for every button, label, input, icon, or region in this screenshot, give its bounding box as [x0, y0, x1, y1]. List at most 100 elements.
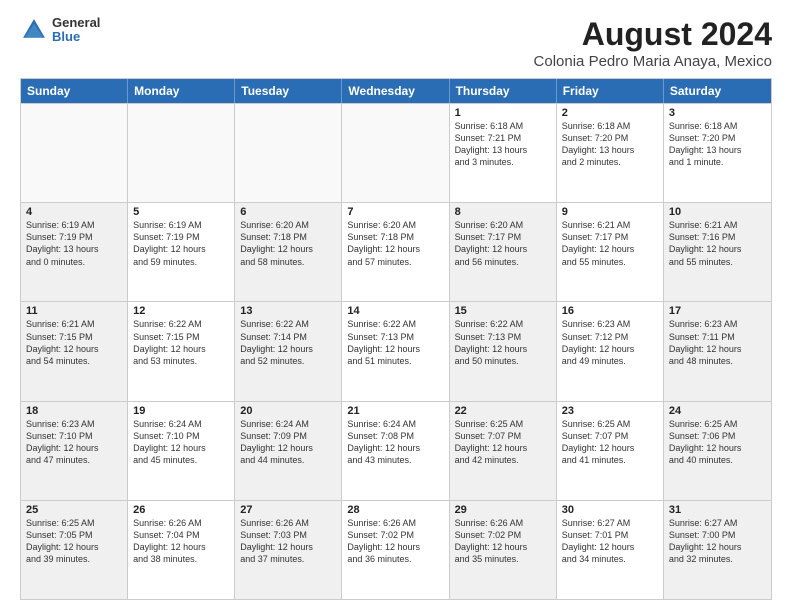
day-info: Sunrise: 6:20 AM Sunset: 7:17 PM Dayligh…	[455, 219, 551, 268]
day-number: 18	[26, 405, 122, 417]
day-cell-21: 21Sunrise: 6:24 AM Sunset: 7:08 PM Dayli…	[342, 402, 449, 500]
calendar-row-2: 4 Sunrise: 6:19 AM Sunset: 7:19 PM Daylig…	[21, 202, 771, 301]
day-number: 24	[669, 405, 766, 417]
empty-cell	[235, 104, 342, 202]
day-cell-19: 19Sunrise: 6:24 AM Sunset: 7:10 PM Dayli…	[128, 402, 235, 500]
day-info: Sunrise: 6:26 AM Sunset: 7:02 PM Dayligh…	[347, 517, 443, 566]
day-cell-13: 13Sunrise: 6:22 AM Sunset: 7:14 PM Dayli…	[235, 302, 342, 400]
day-cell-28: 28Sunrise: 6:26 AM Sunset: 7:02 PM Dayli…	[342, 501, 449, 599]
day-cell-4: 4Sunrise: 6:19 AM Sunset: 7:19 PM Daylig…	[21, 203, 128, 301]
day-cell-31: 31Sunrise: 6:27 AM Sunset: 7:00 PM Dayli…	[664, 501, 771, 599]
title-block: August 2024 Colonia Pedro Maria Anaya, M…	[534, 16, 772, 70]
day-info: Sunrise: 6:18 AM Sunset: 7:20 PM Dayligh…	[562, 120, 658, 169]
empty-cell	[128, 104, 235, 202]
empty-cell	[21, 104, 128, 202]
day-cell-3: 3Sunrise: 6:18 AM Sunset: 7:20 PM Daylig…	[664, 104, 771, 202]
day-info: Sunrise: 6:18 AM Sunset: 7:21 PM Dayligh…	[455, 120, 551, 169]
day-number: 31	[669, 504, 766, 516]
day-info: Sunrise: 6:19 AM Sunset: 7:19 PM Dayligh…	[133, 219, 229, 268]
day-cell-24: 24Sunrise: 6:25 AM Sunset: 7:06 PM Dayli…	[664, 402, 771, 500]
day-info: Sunrise: 6:20 AM Sunset: 7:18 PM Dayligh…	[347, 219, 443, 268]
day-info: Sunrise: 6:23 AM Sunset: 7:10 PM Dayligh…	[26, 418, 122, 467]
day-number: 15	[455, 305, 551, 317]
day-number: 16	[562, 305, 658, 317]
calendar-body: 1Sunrise: 6:18 AM Sunset: 7:21 PM Daylig…	[21, 103, 771, 599]
day-info: Sunrise: 6:25 AM Sunset: 7:07 PM Dayligh…	[562, 418, 658, 467]
day-cell-12: 12Sunrise: 6:22 AM Sunset: 7:15 PM Dayli…	[128, 302, 235, 400]
day-info: Sunrise: 6:26 AM Sunset: 7:02 PM Dayligh…	[455, 517, 551, 566]
main-title: August 2024	[534, 16, 772, 53]
calendar-header: SundayMondayTuesdayWednesdayThursdayFrid…	[21, 79, 771, 103]
day-number: 26	[133, 504, 229, 516]
day-info: Sunrise: 6:23 AM Sunset: 7:11 PM Dayligh…	[669, 318, 766, 367]
day-cell-7: 7Sunrise: 6:20 AM Sunset: 7:18 PM Daylig…	[342, 203, 449, 301]
day-info: Sunrise: 6:21 AM Sunset: 7:17 PM Dayligh…	[562, 219, 658, 268]
header-day-friday: Friday	[557, 79, 664, 103]
day-cell-30: 30Sunrise: 6:27 AM Sunset: 7:01 PM Dayli…	[557, 501, 664, 599]
calendar: SundayMondayTuesdayWednesdayThursdayFrid…	[20, 78, 772, 600]
day-number: 27	[240, 504, 336, 516]
day-cell-25: 25Sunrise: 6:25 AM Sunset: 7:05 PM Dayli…	[21, 501, 128, 599]
day-info: Sunrise: 6:26 AM Sunset: 7:04 PM Dayligh…	[133, 517, 229, 566]
day-number: 29	[455, 504, 551, 516]
day-number: 2	[562, 107, 658, 119]
day-info: Sunrise: 6:24 AM Sunset: 7:10 PM Dayligh…	[133, 418, 229, 467]
day-number: 4	[26, 206, 122, 218]
day-number: 21	[347, 405, 443, 417]
day-info: Sunrise: 6:20 AM Sunset: 7:18 PM Dayligh…	[240, 219, 336, 268]
day-number: 23	[562, 405, 658, 417]
day-cell-6: 6Sunrise: 6:20 AM Sunset: 7:18 PM Daylig…	[235, 203, 342, 301]
day-cell-29: 29Sunrise: 6:26 AM Sunset: 7:02 PM Dayli…	[450, 501, 557, 599]
day-cell-5: 5Sunrise: 6:19 AM Sunset: 7:19 PM Daylig…	[128, 203, 235, 301]
day-cell-22: 22Sunrise: 6:25 AM Sunset: 7:07 PM Dayli…	[450, 402, 557, 500]
day-info: Sunrise: 6:22 AM Sunset: 7:13 PM Dayligh…	[455, 318, 551, 367]
day-info: Sunrise: 6:25 AM Sunset: 7:07 PM Dayligh…	[455, 418, 551, 467]
logo: General Blue	[20, 16, 100, 45]
day-info: Sunrise: 6:18 AM Sunset: 7:20 PM Dayligh…	[669, 120, 766, 169]
day-number: 19	[133, 405, 229, 417]
day-number: 6	[240, 206, 336, 218]
day-number: 5	[133, 206, 229, 218]
day-number: 9	[562, 206, 658, 218]
day-number: 30	[562, 504, 658, 516]
calendar-row-5: 25Sunrise: 6:25 AM Sunset: 7:05 PM Dayli…	[21, 500, 771, 599]
calendar-row-1: 1Sunrise: 6:18 AM Sunset: 7:21 PM Daylig…	[21, 103, 771, 202]
day-cell-18: 18Sunrise: 6:23 AM Sunset: 7:10 PM Dayli…	[21, 402, 128, 500]
day-number: 25	[26, 504, 122, 516]
day-number: 17	[669, 305, 766, 317]
header-day-tuesday: Tuesday	[235, 79, 342, 103]
day-cell-8: 8Sunrise: 6:20 AM Sunset: 7:17 PM Daylig…	[450, 203, 557, 301]
day-cell-11: 11Sunrise: 6:21 AM Sunset: 7:15 PM Dayli…	[21, 302, 128, 400]
header: General Blue August 2024 Colonia Pedro M…	[20, 16, 772, 70]
empty-cell	[342, 104, 449, 202]
day-info: Sunrise: 6:22 AM Sunset: 7:15 PM Dayligh…	[133, 318, 229, 367]
day-number: 8	[455, 206, 551, 218]
day-cell-23: 23Sunrise: 6:25 AM Sunset: 7:07 PM Dayli…	[557, 402, 664, 500]
day-info: Sunrise: 6:23 AM Sunset: 7:12 PM Dayligh…	[562, 318, 658, 367]
day-info: Sunrise: 6:27 AM Sunset: 7:00 PM Dayligh…	[669, 517, 766, 566]
day-cell-14: 14Sunrise: 6:22 AM Sunset: 7:13 PM Dayli…	[342, 302, 449, 400]
header-day-sunday: Sunday	[21, 79, 128, 103]
day-cell-26: 26Sunrise: 6:26 AM Sunset: 7:04 PM Dayli…	[128, 501, 235, 599]
logo-general: General	[52, 16, 100, 30]
day-cell-10: 10Sunrise: 6:21 AM Sunset: 7:16 PM Dayli…	[664, 203, 771, 301]
day-number: 22	[455, 405, 551, 417]
logo-text: General Blue	[52, 16, 100, 45]
subtitle: Colonia Pedro Maria Anaya, Mexico	[534, 53, 772, 70]
day-cell-16: 16Sunrise: 6:23 AM Sunset: 7:12 PM Dayli…	[557, 302, 664, 400]
day-info: Sunrise: 6:27 AM Sunset: 7:01 PM Dayligh…	[562, 517, 658, 566]
day-info: Sunrise: 6:24 AM Sunset: 7:09 PM Dayligh…	[240, 418, 336, 467]
header-day-wednesday: Wednesday	[342, 79, 449, 103]
day-number: 11	[26, 305, 122, 317]
calendar-row-4: 18Sunrise: 6:23 AM Sunset: 7:10 PM Dayli…	[21, 401, 771, 500]
day-info: Sunrise: 6:24 AM Sunset: 7:08 PM Dayligh…	[347, 418, 443, 467]
day-number: 12	[133, 305, 229, 317]
day-info: Sunrise: 6:22 AM Sunset: 7:13 PM Dayligh…	[347, 318, 443, 367]
header-day-saturday: Saturday	[664, 79, 771, 103]
day-number: 28	[347, 504, 443, 516]
day-info: Sunrise: 6:21 AM Sunset: 7:16 PM Dayligh…	[669, 219, 766, 268]
day-cell-1: 1Sunrise: 6:18 AM Sunset: 7:21 PM Daylig…	[450, 104, 557, 202]
day-number: 13	[240, 305, 336, 317]
day-cell-15: 15Sunrise: 6:22 AM Sunset: 7:13 PM Dayli…	[450, 302, 557, 400]
day-number: 14	[347, 305, 443, 317]
